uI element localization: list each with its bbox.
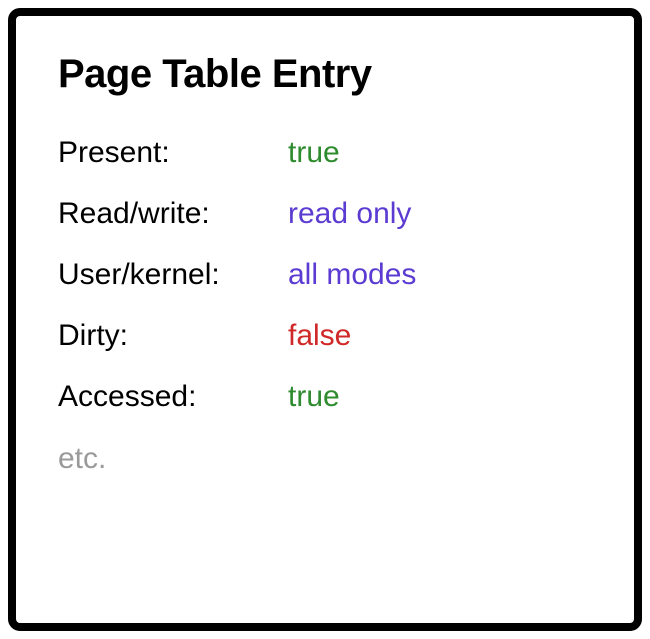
entry-label-readwrite: Read/write: [58, 194, 288, 233]
entry-row: Present: true [58, 133, 592, 172]
entry-row: Read/write: read only [58, 194, 592, 233]
entry-value-accessed: true [288, 377, 340, 416]
entry-value-userkernel: all modes [288, 255, 416, 294]
entry-value-dirty: false [288, 316, 351, 355]
entry-label-dirty: Dirty: [58, 316, 288, 355]
entry-value-readwrite: read only [288, 194, 411, 233]
entry-value-present: true [288, 133, 340, 172]
entry-label-accessed: Accessed: [58, 377, 288, 416]
entry-row: Accessed: true [58, 377, 592, 416]
entry-label-present: Present: [58, 133, 288, 172]
entry-label-userkernel: User/kernel: [58, 255, 288, 294]
etc-text: etc. [58, 442, 592, 476]
panel-title: Page Table Entry [58, 52, 592, 97]
entry-row: User/kernel: all modes [58, 255, 592, 294]
page-table-entry-panel: Page Table Entry Present: true Read/writ… [8, 8, 642, 631]
entry-row: Dirty: false [58, 316, 592, 355]
